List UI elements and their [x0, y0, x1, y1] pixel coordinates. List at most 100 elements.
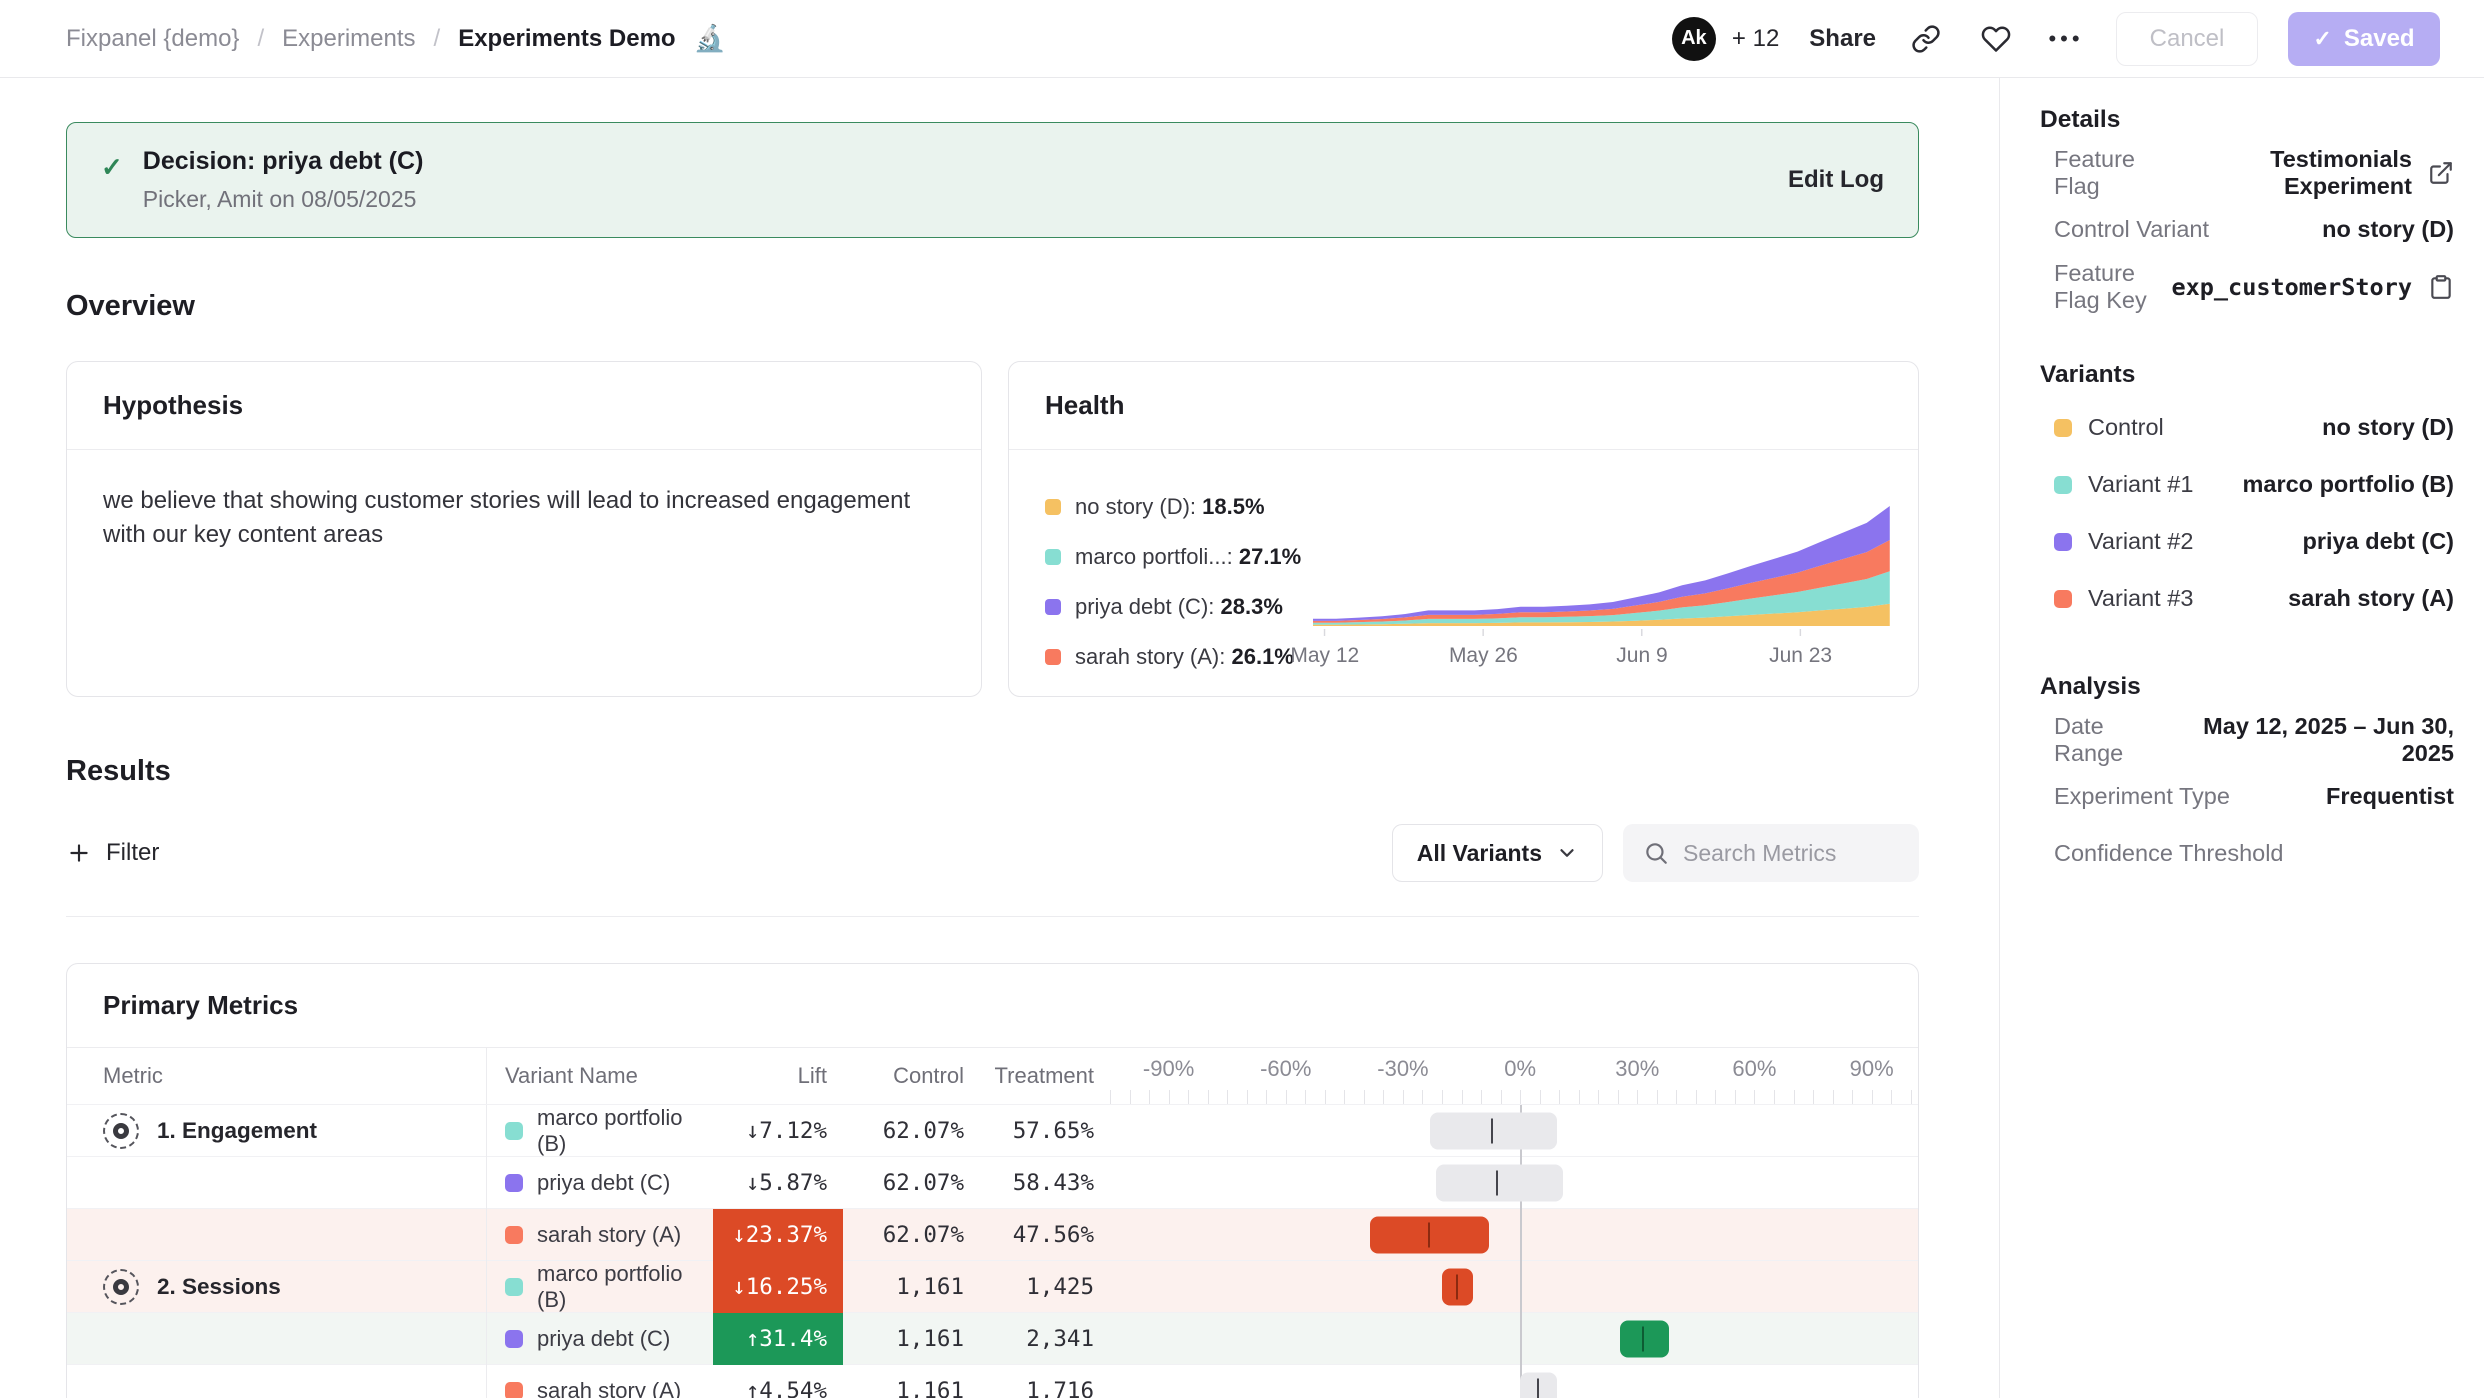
col-variant: Variant Name [487, 1048, 713, 1104]
heart-icon [1981, 24, 2011, 54]
saved-label: Saved [2344, 25, 2415, 53]
more-menu-button[interactable]: ••• [2046, 19, 2086, 59]
legend-item[interactable]: no story (D): 18.5% [1045, 494, 1301, 520]
table-row[interactable]: sarah story (A) ↑4.54% 1,161 1,716 [67, 1364, 1918, 1398]
saved-button[interactable]: ✓ Saved [2288, 12, 2440, 66]
add-filter-button[interactable]: Filter [66, 839, 159, 867]
variant-cell: sarah story (A) [487, 1209, 713, 1261]
variant-row: Variant #2 priya debt (C) [2040, 513, 2454, 570]
check-icon: ✓ [2313, 26, 2331, 52]
variant-cell: marco portfolio (B) [487, 1261, 713, 1313]
confidence-interval-cell [1106, 1313, 1918, 1365]
hypothesis-text[interactable]: we believe that showing customer stories… [67, 450, 947, 586]
details-section: Details Feature Flag Testimonials Experi… [2040, 106, 2454, 315]
variant-color-swatch [505, 1278, 523, 1296]
favorite-button[interactable] [1976, 19, 2016, 59]
search-icon [1643, 840, 1669, 866]
lift-value: ↓23.37% [713, 1209, 843, 1261]
variants-heading: Variants [2040, 361, 2454, 389]
overview-heading: Overview [66, 290, 1919, 323]
table-row[interactable]: 1. Engagement marco portfolio (B) ↓7.12%… [67, 1104, 1918, 1156]
variant-color-swatch [1045, 599, 1061, 615]
variants-dropdown[interactable]: All Variants [1392, 824, 1603, 882]
lift-value: ↓5.87% [713, 1157, 843, 1209]
legend-label: no story (D): 18.5% [1075, 494, 1265, 520]
variant-color-swatch [505, 1330, 523, 1348]
analysis-section: Analysis Date Range May 12, 2025 – Jun 3… [2040, 673, 2454, 882]
table-row[interactable]: priya debt (C) ↑31.4% 1,161 2,341 [67, 1312, 1918, 1364]
collaborator-count[interactable]: + 12 [1732, 25, 1779, 53]
legend-item[interactable]: sarah story (A): 26.1% [1045, 644, 1301, 670]
metric-name[interactable]: 1. Engagement [103, 1113, 317, 1149]
control-value: 1,161 [843, 1365, 976, 1398]
avatar[interactable]: Ak [1672, 17, 1716, 61]
microscope-emoji: 🔬 [694, 23, 726, 54]
breadcrumb: Fixpanel {demo} / Experiments / Experime… [66, 23, 726, 54]
variant-color-swatch [2054, 476, 2072, 494]
confidence-interval-bar [1430, 1113, 1557, 1150]
share-button[interactable]: Share [1809, 25, 1876, 53]
decision-subtitle: Picker, Amit on 08/05/2025 [143, 186, 424, 213]
breadcrumb-separator: / [434, 25, 441, 53]
mean-lift-tick [1642, 1327, 1644, 1352]
legend-item[interactable]: priya debt (C): 28.3% [1045, 594, 1301, 620]
edit-log-button[interactable]: Edit Log [1788, 166, 1884, 194]
confidence-interval-cell [1106, 1157, 1918, 1209]
table-row[interactable]: priya debt (C) ↓5.87% 62.07% 58.43% [67, 1156, 1918, 1208]
external-link-icon[interactable] [2428, 160, 2454, 186]
metric-name[interactable]: 2. Sessions [103, 1269, 281, 1305]
confidence-interval-bar [1370, 1217, 1489, 1254]
mean-lift-tick [1496, 1171, 1498, 1196]
metric-goal-icon [103, 1269, 139, 1305]
legend-label: sarah story (A): 26.1% [1075, 644, 1294, 670]
confidence-interval-bar [1620, 1321, 1669, 1358]
confidence-interval-cell [1106, 1365, 1918, 1398]
breadcrumb-current: Experiments Demo [458, 25, 675, 53]
top-bar: Fixpanel {demo} / Experiments / Experime… [0, 0, 2484, 78]
cancel-button[interactable]: Cancel [2116, 12, 2258, 66]
mean-lift-tick [1537, 1379, 1539, 1398]
variants-section: Variants Control no story (D) Variant #1… [2040, 361, 2454, 627]
variant-color-swatch [2054, 590, 2072, 608]
col-control: Control [843, 1048, 976, 1104]
mean-lift-tick [1456, 1275, 1458, 1300]
breadcrumb-project[interactable]: Fixpanel {demo} [66, 25, 239, 53]
variant-row: Control no story (D) [2040, 399, 2454, 456]
legend-item[interactable]: marco portfoli...: 27.1% [1045, 544, 1301, 570]
table-row[interactable]: sarah story (A) ↓23.37% 62.07% 47.56% [67, 1208, 1918, 1260]
lift-value: ↓16.25% [713, 1261, 843, 1313]
variant-color-swatch [2054, 419, 2072, 437]
control-value: 62.07% [843, 1105, 976, 1157]
date-range-row: Date Range May 12, 2025 – Jun 30, 2025 [2040, 711, 2454, 768]
table-row[interactable]: 2. Sessions marco portfolio (B) ↓16.25% … [67, 1260, 1918, 1312]
metrics-search[interactable] [1623, 824, 1919, 882]
decision-banner: ✓ Decision: priya debt (C) Picker, Amit … [66, 122, 1919, 238]
decision-title: Decision: priya debt (C) [143, 147, 424, 176]
copy-link-button[interactable] [1906, 19, 1946, 59]
lift-value: ↑4.54% [713, 1365, 843, 1398]
confidence-interval-bar [1520, 1373, 1557, 1398]
variant-color-swatch [1045, 649, 1061, 665]
table-header: Metric Variant Name Lift Control Treatme… [67, 1047, 1918, 1104]
confidence-interval-bar [1436, 1165, 1563, 1202]
mean-lift-tick [1491, 1119, 1493, 1144]
control-value: 1,161 [843, 1261, 976, 1313]
exposure-area-chart: May 12May 26Jun 9Jun 23 [1313, 486, 1890, 672]
divider [66, 916, 1919, 917]
variant-color-swatch [2054, 533, 2072, 551]
breadcrumb-separator: / [257, 25, 264, 53]
control-value: 62.07% [843, 1209, 976, 1261]
mean-lift-tick [1428, 1223, 1430, 1248]
top-actions: Ak + 12 Share ••• Cancel ✓ Saved [1672, 12, 2440, 66]
variant-row: Variant #1 marco portfolio (B) [2040, 456, 2454, 513]
lift-axis: -90%-60%-30%0%30%60%90% [1106, 1048, 1918, 1104]
clipboard-icon[interactable] [2428, 274, 2454, 300]
experiment-type-row: Experiment Type Frequentist [2040, 768, 2454, 825]
search-input[interactable] [1683, 840, 1899, 867]
variant-cell: priya debt (C) [487, 1157, 713, 1209]
breadcrumb-experiments[interactable]: Experiments [282, 25, 415, 53]
col-lift: Lift [713, 1048, 843, 1104]
analysis-heading: Analysis [2040, 673, 2454, 701]
treatment-value: 58.43% [976, 1157, 1106, 1209]
confidence-interval-bar [1442, 1269, 1473, 1306]
